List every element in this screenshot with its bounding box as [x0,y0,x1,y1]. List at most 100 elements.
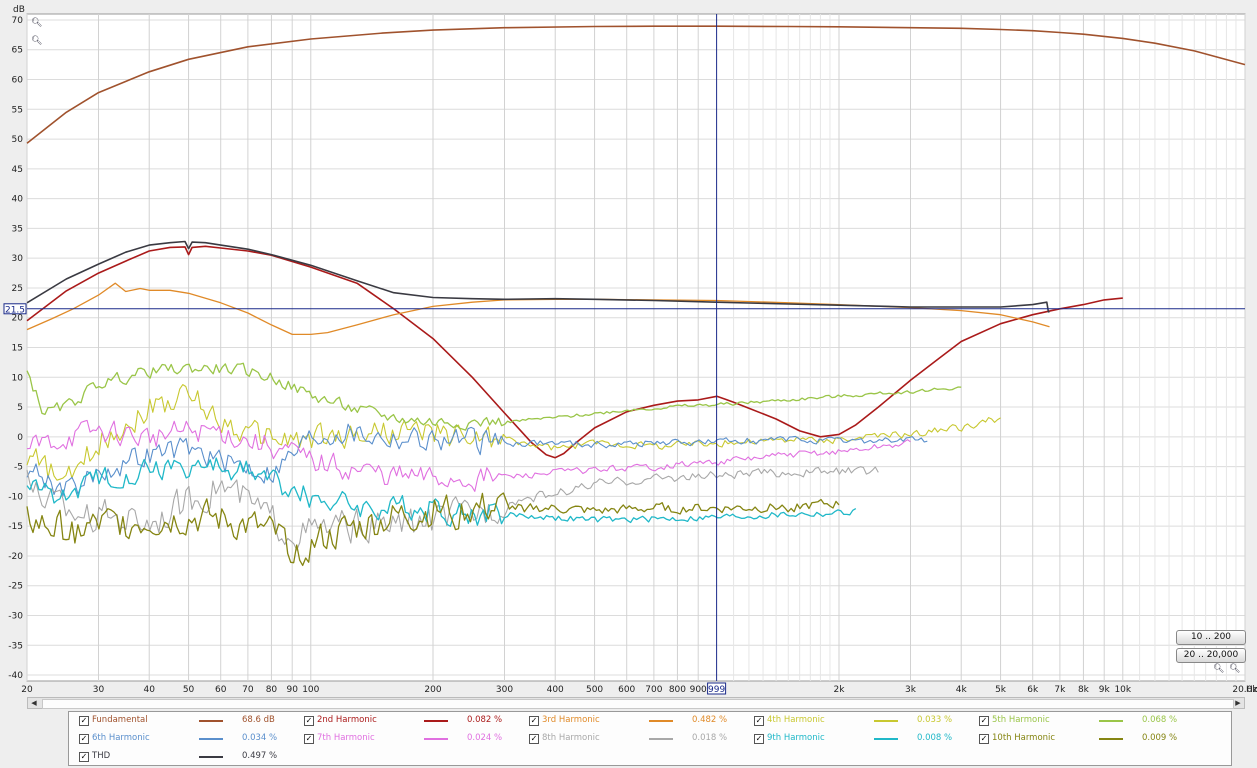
legend-series-value: 0.034 % [242,733,278,743]
legend-swatch [199,756,223,758]
legend-series-name: 6th Harmonic [92,733,150,743]
x-tick-label: 8k [1078,685,1090,695]
legend-swatch [424,720,448,722]
series-checkbox[interactable]: ✓ [79,716,89,726]
legend-swatch [199,738,223,740]
legend-item: ✓ 7th Harmonic 0.024 % [299,731,524,749]
x-tick-label: 200 [424,685,441,695]
legend-swatch [1099,720,1123,722]
legend-series-name: 8th Harmonic [542,733,600,743]
legend-swatch [874,738,898,740]
y-tick-label: 45 [12,165,23,175]
x-tick-label: 900 [690,685,707,695]
series-checkbox[interactable]: ✓ [979,734,989,744]
chart: 21.5999 7065605550454035302520151050-5-1… [3,5,1257,695]
x-axis-unit: Hz [1246,685,1257,695]
zoom-out-icon[interactable]: 🔍︎ [1229,664,1240,674]
legend-swatch [1099,738,1123,740]
legend-swatch [649,720,673,722]
series-checkbox[interactable]: ✓ [304,716,314,726]
x-tick-label: 6k [1027,685,1039,695]
x-tick-label: 40 [143,685,155,695]
legend-item: ✓ 6th Harmonic 0.034 % [74,731,299,749]
horizontal-scrollbar[interactable]: ◀ ▶ [27,697,1245,709]
series-checkbox[interactable]: ✓ [529,734,539,744]
legend-series-value: 0.082 % [467,715,503,725]
legend-series-value: 0.009 % [1142,733,1178,743]
range-10-200-button[interactable]: 10 .. 200 [1176,630,1246,645]
legend-series-name: THD [92,751,111,761]
series-checkbox[interactable]: ✓ [754,716,764,726]
y-tick-label: -35 [8,641,23,651]
x-tick-label: 500 [586,685,603,695]
legend-series-name: 2nd Harmonic [317,715,377,725]
legend-series-name: 3rd Harmonic [542,715,600,725]
x-tick-label: 700 [645,685,662,695]
legend-item: ✓ 10th Harmonic 0.009 % [974,731,1199,749]
legend-swatch [199,720,223,722]
legend-series-name: 10th Harmonic [992,733,1056,743]
series-checkbox[interactable]: ✓ [979,716,989,726]
y-tick-label: 70 [12,16,24,26]
y-tick-label: 65 [12,46,23,56]
legend-item: ✓ Fundamental 68.6 dB [74,713,299,731]
legend-swatch [649,738,673,740]
x-tick-label: 70 [242,685,254,695]
legend-series-value: 0.497 % [242,751,278,761]
y-tick-label: 60 [12,76,24,86]
zoom-in-icon[interactable]: 🔍︎ [1213,664,1224,674]
y-tick-label: -5 [14,463,23,473]
x-tick-label: 80 [266,685,278,695]
x-tick-label: 300 [496,685,513,695]
legend-swatch [874,720,898,722]
y-tick-label: -30 [8,611,23,621]
left-arrow-icon[interactable]: ◀ [28,698,40,708]
y-tick-label: 50 [12,135,24,145]
series-checkbox[interactable]: ✓ [304,734,314,744]
legend-item: ✓ 2nd Harmonic 0.082 % [299,713,524,731]
legend-series-name: Fundamental [92,715,148,725]
x-tick-label: 30 [93,685,105,695]
y-tick-label: 15 [12,344,23,354]
legend-series-name: 5th Harmonic [992,715,1050,725]
y-tick-label: 20 [12,314,24,324]
x-tick-label: 600 [618,685,635,695]
range-20-20000-button[interactable]: 20 .. 20,000 [1176,648,1246,663]
x-tick-label: 800 [669,685,686,695]
legend-series-name: 7th Harmonic [317,733,375,743]
y-tick-label: -20 [8,552,23,562]
series-checkbox[interactable]: ✓ [529,716,539,726]
legend-series-name: 9th Harmonic [767,733,825,743]
legend-series-value: 68.6 dB [242,715,275,725]
y-tick-label: -40 [8,671,23,681]
legend-series-value: 0.024 % [467,733,503,743]
scrollbar-thumb[interactable] [42,699,1234,709]
y-tick-label: 30 [12,254,24,264]
x-tick-label: 9k [1099,685,1111,695]
x-tick-label: 20 [21,685,33,695]
y-tick-label: 0 [17,433,23,443]
x-tick-label: 2k [834,685,846,695]
x-tick-label: 10k [1114,685,1131,695]
series-checkbox[interactable]: ✓ [79,752,89,762]
legend-series-value: 0.008 % [917,733,953,743]
zoom-in-icon[interactable]: 🔍︎ [31,18,42,28]
zoom-out-icon[interactable]: 🔍︎ [31,36,42,46]
x-tick-label: 5k [995,685,1007,695]
legend-series-value: 0.018 % [692,733,728,743]
series-checkbox[interactable]: ✓ [754,734,764,744]
y-tick-label: -15 [8,522,23,532]
x-tick-label: 50 [183,685,195,695]
series-checkbox[interactable]: ✓ [79,734,89,744]
y-tick-label: 25 [12,284,23,294]
legend-item: ✓ 8th Harmonic 0.018 % [524,731,749,749]
legend-series-value: 0.068 % [1142,715,1178,725]
y-tick-label: -25 [8,582,23,592]
x-tick-label: 60 [215,685,227,695]
legend-series-value: 0.482 % [692,715,728,725]
cursor-x-readout: 999 [708,685,725,695]
right-arrow-icon[interactable]: ▶ [1232,698,1244,708]
y-tick-label: 55 [12,105,23,115]
x-tick-label: 4k [956,685,968,695]
x-tick-label: 400 [547,685,564,695]
